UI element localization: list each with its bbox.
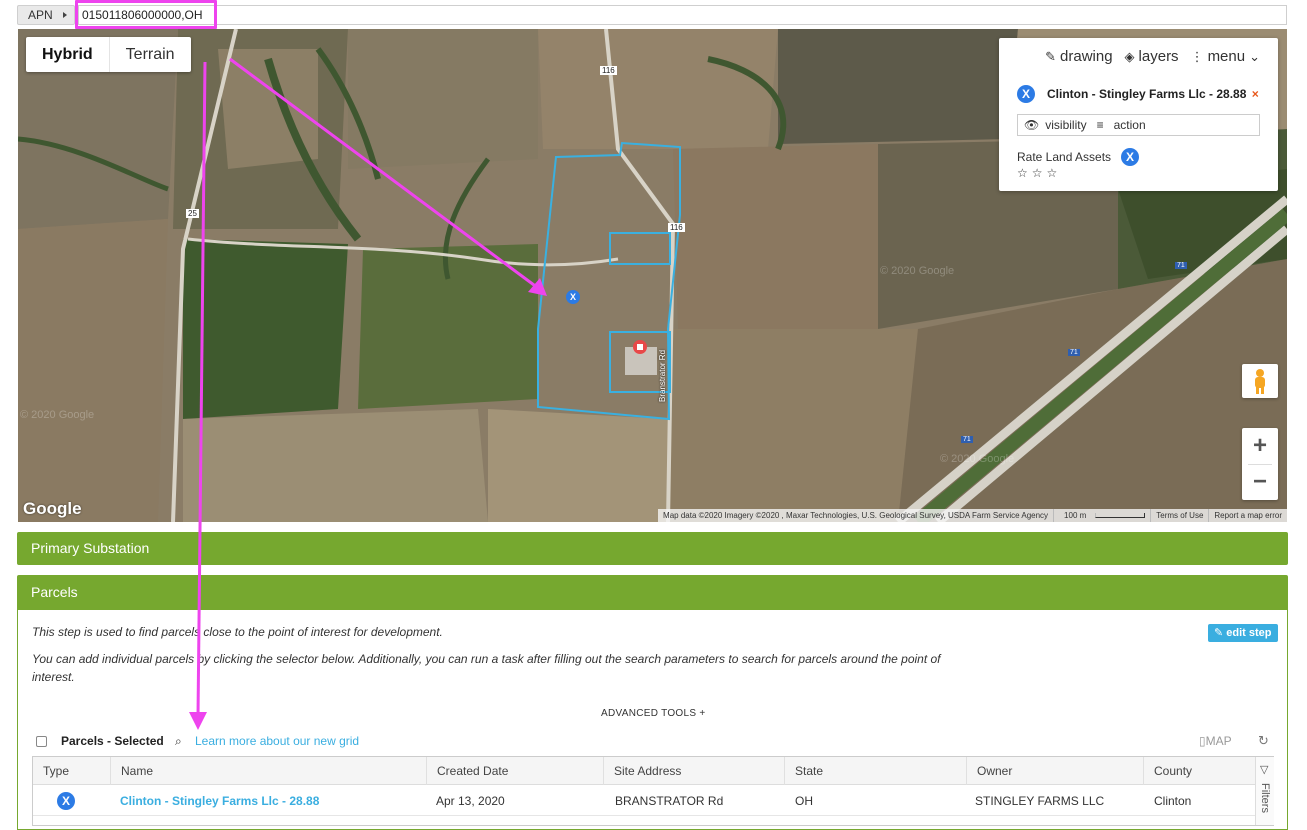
road-label: 116: [668, 223, 685, 232]
grid-header: Type Name Created Date Site Address Stat…: [33, 757, 1255, 785]
parcels-grid: Type Name Created Date Site Address Stat…: [32, 756, 1274, 826]
edit-step-label: edit step: [1226, 627, 1272, 639]
kebab-icon: ⋮: [1190, 48, 1204, 64]
filter-icon: ▽: [1260, 764, 1269, 776]
google-logo: Google: [23, 499, 82, 518]
parcels-selected-label: Parcels - Selected: [61, 734, 164, 748]
row-owner: STINGLEY FARMS LLC: [975, 794, 1105, 808]
layers-icon: ◈: [1124, 48, 1135, 64]
pencil-icon: ✎: [1045, 48, 1057, 64]
col-county[interactable]: County: [1143, 757, 1255, 785]
parcel-type-icon: X: [1017, 85, 1035, 103]
row-state: OH: [795, 794, 813, 808]
zoom-control: + −: [1242, 428, 1278, 500]
layers-button[interactable]: ◈ layers: [1125, 48, 1179, 65]
zoom-in-button[interactable]: +: [1242, 428, 1278, 464]
col-site-address[interactable]: Site Address: [603, 757, 784, 785]
parcel-name[interactable]: Clinton - Stingley Farms Llc - 28.88: [1047, 87, 1246, 101]
map-type-control: Hybrid Terrain: [26, 37, 191, 72]
action-dropdown[interactable]: action: [1114, 115, 1146, 135]
learn-more-link[interactable]: Learn more about our new grid: [195, 734, 359, 748]
terms-link[interactable]: Terms of Use: [1150, 509, 1208, 522]
refresh-icon[interactable]: ↻: [1258, 733, 1269, 749]
drawing-button[interactable]: ✎ drawing: [1045, 48, 1112, 65]
apn-button-label: APN: [28, 8, 53, 22]
visibility-action-bar: 👁 visibility ≡ action: [1017, 114, 1260, 136]
parcels-description-2: You can add individual parcels by clicki…: [32, 652, 941, 684]
parcels-panel: This step is used to find parcels close …: [17, 610, 1288, 830]
grid-toolbar: Parcels - Selected ⌕ Learn more about ou…: [36, 733, 1276, 752]
panel-toolbar: ✎ drawing ◈ layers ⋮ menu ⌄: [1045, 48, 1260, 65]
col-owner[interactable]: Owner: [966, 757, 1143, 785]
zoom-out-button[interactable]: −: [1242, 464, 1278, 500]
list-icon: ≡: [1096, 118, 1104, 132]
map-watermark: © 2020 Google: [20, 409, 95, 421]
map-icon: ▯: [1199, 734, 1206, 748]
col-created-date[interactable]: Created Date: [426, 757, 603, 785]
map-watermark: © 2020 Google: [940, 453, 1015, 465]
layers-label: layers: [1138, 48, 1179, 65]
caret-right-icon: [63, 12, 67, 18]
map-tool-panel: ✎ drawing ◈ layers ⋮ menu ⌄ X Clinton - …: [999, 38, 1278, 191]
selected-parcel: X Clinton - Stingley Farms Llc - 28.88 ×: [1017, 85, 1259, 103]
road-label: 25: [186, 209, 199, 218]
col-state[interactable]: State: [784, 757, 966, 785]
map-attribution: Map data ©2020 Imagery ©2020 , Maxar Tec…: [658, 509, 1287, 522]
report-error-link[interactable]: Report a map error: [1208, 509, 1287, 522]
row-site-address: BRANSTRATOR Rd: [615, 794, 724, 808]
apn-search-bar: APN 015011806000000,OH: [17, 4, 1287, 26]
road-label: Branstrator Rd: [658, 349, 667, 402]
satellite-map[interactable]: 116 25 116 71 71 71 Branstrator Rd © 202…: [18, 29, 1287, 522]
grid-map-button[interactable]: ▯MAP: [1199, 734, 1232, 748]
parcel-type-icon: X: [57, 792, 75, 810]
menu-button[interactable]: ⋮ menu ⌄: [1191, 48, 1260, 65]
col-name[interactable]: Name: [110, 757, 426, 785]
section-parcels[interactable]: Parcels: [17, 575, 1288, 610]
rate-label: Rate Land Assets: [1017, 150, 1112, 164]
parcel-marker-icon[interactable]: X: [566, 290, 580, 304]
section-primary-substation[interactable]: Primary Substation: [17, 532, 1288, 565]
eye-icon: 👁: [1024, 118, 1040, 132]
close-icon[interactable]: ×: [1252, 87, 1259, 101]
table-row[interactable]: X Clinton - Stingley Farms Llc - 28.88 A…: [33, 786, 1255, 816]
row-name-link[interactable]: Clinton - Stingley Farms Llc - 28.88: [110, 786, 319, 816]
road-label: 116: [600, 66, 617, 75]
row-type-cell: X: [47, 786, 75, 816]
pencil-icon: ✎: [1214, 627, 1224, 639]
apn-input[interactable]: 015011806000000,OH: [78, 5, 1287, 25]
apn-dropdown-button[interactable]: APN: [17, 5, 75, 25]
menu-label: menu: [1207, 48, 1246, 65]
street-view-pegman-icon[interactable]: [1242, 364, 1278, 398]
col-type[interactable]: Type: [33, 757, 110, 785]
map-scale[interactable]: 100 m: [1053, 509, 1150, 522]
search-icon[interactable]: ⌕: [175, 734, 182, 749]
star-rating[interactable]: ☆☆☆: [1017, 166, 1061, 180]
rate-land-assets: Rate Land Assets X: [1017, 148, 1140, 166]
rate-parcel-icon[interactable]: X: [1121, 148, 1140, 166]
parcels-description-1: This step is used to find parcels close …: [32, 625, 443, 639]
row-county: Clinton: [1154, 794, 1192, 808]
interstate-shield: 71: [1175, 262, 1187, 269]
drawing-label: drawing: [1060, 48, 1113, 65]
row-created-date: Apr 13, 2020: [436, 794, 505, 808]
map-watermark: © 2020 Google: [880, 265, 955, 277]
visibility-toggle[interactable]: visibility: [1045, 115, 1086, 135]
interstate-shield: 71: [1068, 349, 1080, 356]
filters-label: Filters: [1259, 783, 1271, 813]
map-data-attribution: Map data ©2020 Imagery ©2020 , Maxar Tec…: [663, 511, 1049, 520]
select-all-checkbox[interactable]: [36, 736, 47, 747]
advanced-tools-toggle[interactable]: ADVANCED TOOLS +: [601, 708, 706, 719]
edit-step-button[interactable]: ✎ edit step: [1208, 624, 1278, 642]
map-type-hybrid[interactable]: Hybrid: [26, 37, 110, 72]
interstate-shield: 71: [961, 436, 973, 443]
map-type-terrain[interactable]: Terrain: [110, 37, 191, 72]
filters-sidebar[interactable]: ▽ Filters: [1255, 757, 1274, 825]
chevron-down-icon: ⌄: [1249, 48, 1260, 64]
